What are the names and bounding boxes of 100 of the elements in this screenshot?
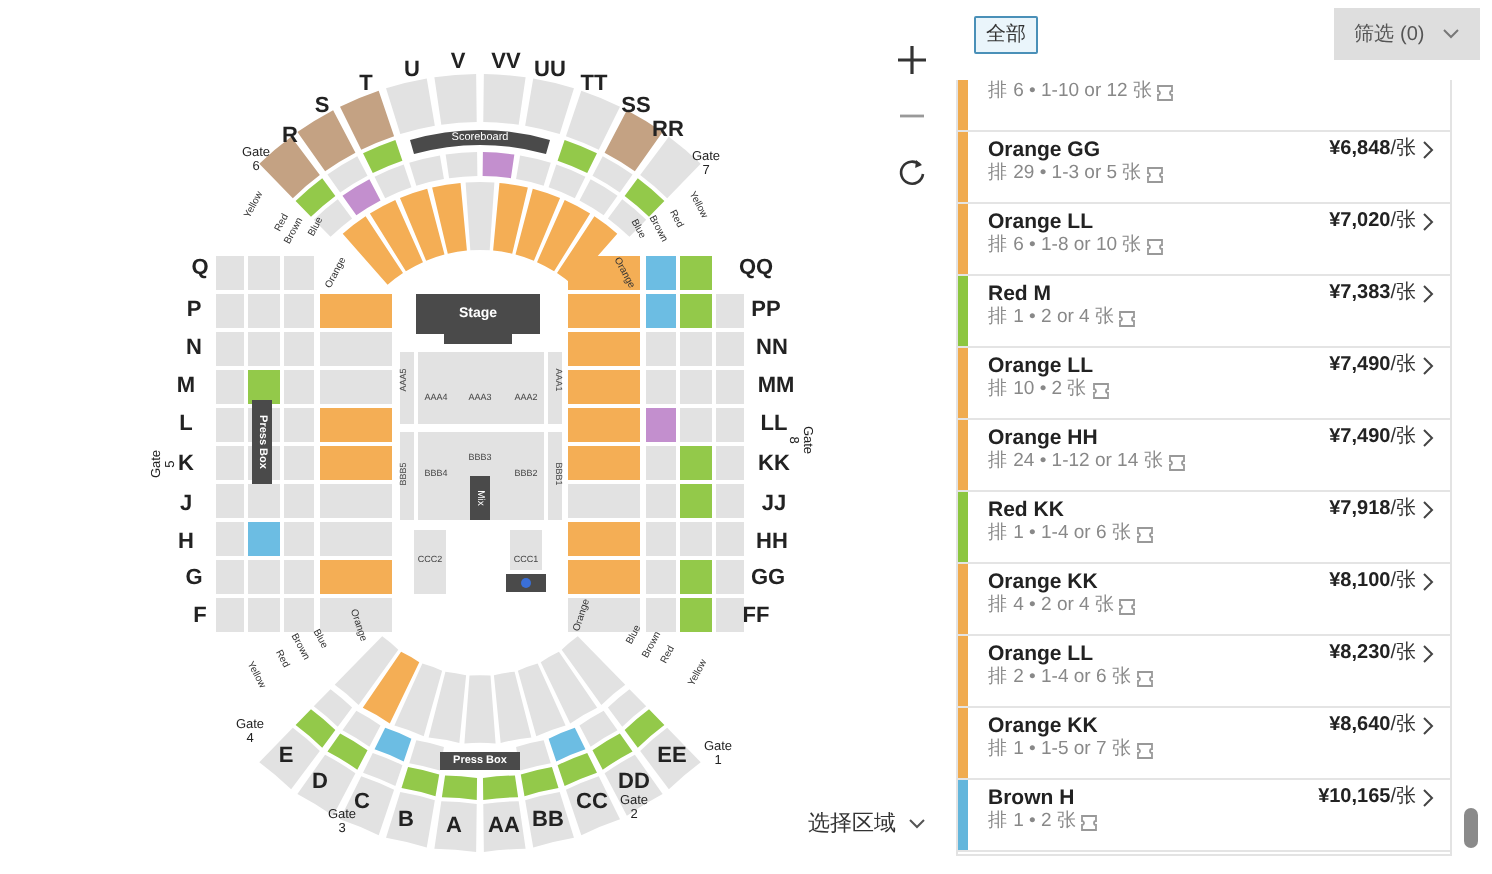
floor-section[interactable]: [414, 530, 446, 594]
ticket-icon: [1135, 669, 1154, 687]
listing-row[interactable]: Orange KK 排 1 • 1-5 or 7 张 ¥8,640/张: [958, 708, 1450, 780]
listing-detail: 排 2 • 1-4 or 6 张: [988, 666, 1132, 690]
listing-price: ¥7,490/张: [1329, 423, 1416, 452]
ticket-icon: [1135, 741, 1154, 759]
listing-row[interactable]: 排 6 • 1-10 or 12 张: [958, 80, 1450, 132]
chevron-right-icon: [1422, 284, 1434, 304]
section-label: NN: [756, 336, 788, 360]
section-label: QQ: [738, 256, 774, 280]
listing-row[interactable]: Orange LL 排 10 • 2 张 ¥7,490/张: [958, 348, 1450, 420]
listing-row[interactable]: Orange GG 排 29 • 1-3 or 5 张 ¥6,848/张: [958, 132, 1450, 204]
listing-price: ¥10,165/张: [1318, 783, 1416, 812]
listing-title: Orange LL: [988, 642, 1096, 666]
listing-detail: 排 1 • 2 张: [988, 810, 1077, 834]
listing-title: Orange LL: [988, 210, 1096, 234]
section-label: SS: [621, 94, 651, 118]
listing-price: ¥7,383/张: [1329, 279, 1416, 308]
floor-section[interactable]: [548, 352, 562, 424]
section-label: EE: [657, 744, 687, 768]
listing-detail: 排 1 • 2 or 4 张: [988, 306, 1115, 330]
section-label: MM: [757, 374, 795, 398]
all-button[interactable]: 全部: [974, 16, 1038, 54]
section-label: TT: [580, 72, 608, 96]
section-label: B: [398, 808, 414, 832]
section-label: E: [278, 744, 294, 768]
section-label: KK: [758, 452, 790, 476]
filter-button[interactable]: 筛选 (0): [1334, 8, 1480, 60]
seating-section[interactable]: [297, 754, 356, 816]
section-label: A: [446, 814, 462, 838]
chevron-right-icon: [1422, 572, 1434, 592]
section-label: K: [178, 452, 194, 476]
chevron-right-icon: [1422, 644, 1434, 664]
listing-detail: 排 6 • 1-8 or 10 张: [988, 234, 1143, 258]
zoom-out-icon: [900, 113, 924, 118]
listing-detail: 排 1 • 1-5 or 7 张: [988, 738, 1132, 762]
chevron-right-icon: [1422, 212, 1434, 232]
listing-title: Orange LL: [988, 354, 1096, 378]
scrollbar-thumb[interactable]: [1464, 808, 1478, 848]
section-label: J: [179, 492, 193, 516]
ticket-icon: [1167, 453, 1186, 471]
section-label: M: [176, 374, 196, 398]
section-label: F: [193, 604, 207, 628]
seating-section[interactable]: [483, 801, 526, 852]
listing-row[interactable]: Red M 排 1 • 2 or 4 张 ¥7,383/张: [958, 276, 1450, 348]
listing-detail: 排 6 • 1-10 or 12 张: [988, 80, 1153, 104]
listing-detail: 排 24 • 1-12 or 14 张: [988, 450, 1164, 474]
listing-row[interactable]: Orange KK 排 4 • 2 or 4 张 ¥8,100/张: [958, 564, 1450, 636]
ticket-icon: [1091, 381, 1110, 399]
chevron-right-icon: [1422, 716, 1434, 736]
listing-row[interactable]: Orange LL 排 2 • 1-4 or 6 张 ¥8,230/张: [958, 636, 1450, 708]
press-box: [440, 752, 520, 770]
section-label: T: [359, 72, 373, 96]
chevron-right-icon: [1422, 500, 1434, 520]
listing-row[interactable]: Brown H 排 1 • 2 张 ¥10,165/张: [958, 780, 1450, 852]
seating-section[interactable]: [525, 791, 574, 848]
chevron-right-icon: [1422, 788, 1434, 808]
section-label: UU: [534, 58, 566, 82]
listing-detail: 排 29 • 1-3 or 5 张: [988, 162, 1143, 186]
listing-detail: 排 1 • 1-4 or 6 张: [988, 522, 1132, 546]
listing-price: ¥7,918/张: [1329, 495, 1416, 524]
section-label: LL: [760, 412, 788, 436]
floor-section[interactable]: [548, 432, 562, 520]
floor-section[interactable]: [510, 530, 542, 570]
seating-section[interactable]: [434, 801, 477, 852]
listing-row[interactable]: Red KK 排 1 • 1-4 or 6 张 ¥7,918/张: [958, 492, 1450, 564]
floor-section[interactable]: [400, 432, 414, 520]
section-label: BB: [532, 808, 564, 832]
seating-section[interactable]: [386, 791, 435, 848]
section-label: H: [178, 530, 194, 554]
chevron-down-icon: [908, 818, 927, 831]
listing-title: Orange GG: [988, 138, 1103, 162]
floor-section[interactable]: [400, 352, 414, 424]
section-label: U: [404, 58, 420, 82]
section-label: D: [312, 770, 328, 794]
section-label: CC: [576, 790, 608, 814]
ticket-icon: [1118, 309, 1137, 327]
section-label: AA: [488, 814, 520, 838]
seating-section[interactable]: [565, 776, 620, 836]
section-label: L: [179, 412, 193, 436]
section-label: GG: [750, 566, 786, 590]
listing-detail: 排 10 • 2 张: [988, 378, 1088, 402]
listing-price: ¥7,020/张: [1329, 207, 1416, 236]
section-label: N: [186, 336, 202, 360]
floor-section[interactable]: [418, 432, 544, 520]
seating-section[interactable]: [409, 740, 444, 771]
section-label: RR: [652, 118, 684, 142]
ticket-icon: [1080, 813, 1099, 831]
seating-section[interactable]: [516, 740, 551, 771]
section-label: FF: [742, 604, 770, 628]
listing-title: Orange HH: [988, 426, 1100, 450]
scoreboard: [410, 130, 550, 154]
section-label: PP: [751, 298, 781, 322]
select-area-dropdown[interactable]: 选择区域: [808, 808, 927, 841]
press-box: [252, 400, 272, 484]
ticket-icon: [1135, 525, 1154, 543]
chevron-right-icon: [1422, 356, 1434, 376]
ticket-icon: [1118, 597, 1137, 615]
listing-row[interactable]: Orange HH 排 24 • 1-12 or 14 张 ¥7,490/张: [958, 420, 1450, 492]
listing-row[interactable]: Orange LL 排 6 • 1-8 or 10 张 ¥7,020/张: [958, 204, 1450, 276]
